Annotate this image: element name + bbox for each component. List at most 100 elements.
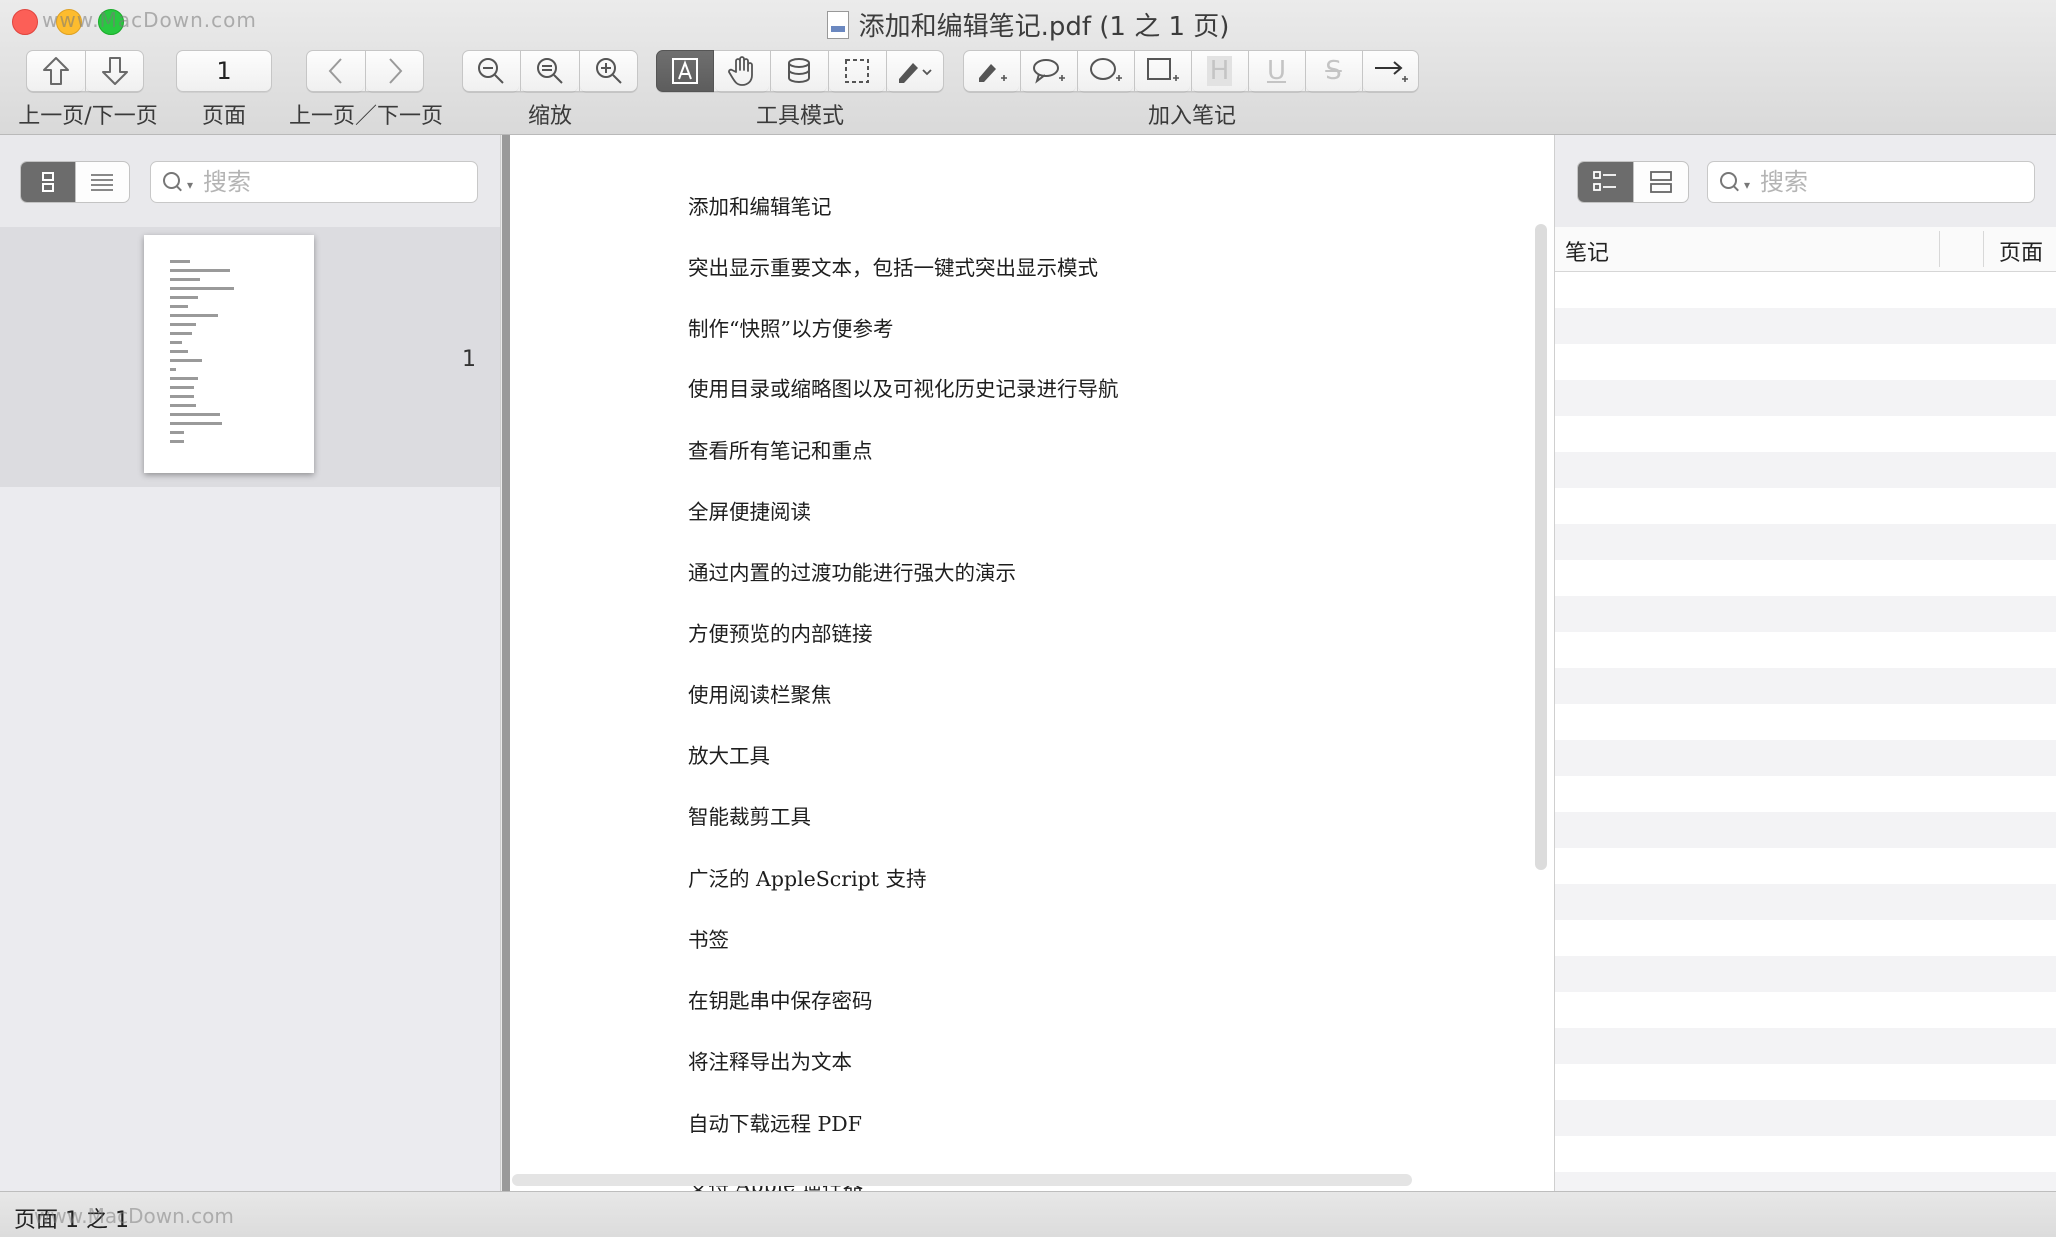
notes-search-input[interactable] (1758, 167, 1983, 197)
tool-mode-label: 工具模式 (755, 104, 844, 129)
add-oval-button[interactable] (1078, 50, 1133, 92)
pdf-page[interactable] (510, 135, 1554, 1191)
back-button[interactable] (307, 50, 364, 92)
add-notes-label: 加入笔记 (1147, 104, 1236, 129)
add-rectangle-button[interactable] (1135, 50, 1190, 92)
text-tool-button[interactable] (656, 50, 714, 92)
document-line: 突出显示重要文本，包括一键式突出显示模式 (688, 256, 1098, 280)
notes-list[interactable] (1555, 272, 2056, 1191)
outline-view-button[interactable] (74, 162, 130, 202)
thumbnail-text-line (170, 440, 184, 443)
hand-icon (728, 56, 753, 86)
chevron-down-icon: ▾ (1744, 178, 1751, 192)
add-underline-button[interactable]: U (1249, 50, 1304, 92)
search-icon (163, 172, 183, 192)
thumbnail-text-line (170, 368, 176, 371)
document-line: 使用目录或缩略图以及可视化历史记录进行导航 (688, 377, 1119, 401)
add-highlight-button[interactable]: H (1192, 50, 1247, 92)
document-line: 方便预览的内部链接 (688, 622, 873, 646)
arrow-line-icon (1374, 61, 1408, 82)
magnify-tool-button[interactable] (771, 50, 827, 92)
hand-tool-button[interactable] (715, 50, 769, 92)
select-tool-button[interactable] (829, 50, 885, 92)
annotate-tool-button[interactable] (887, 50, 943, 92)
document-line: 制作“快照”以方便参考 (688, 317, 894, 341)
add-arrow-button[interactable] (1363, 50, 1418, 92)
add-comment-button[interactable] (1021, 50, 1076, 92)
thumbnail-text-line (170, 269, 230, 272)
document-line: 查看所有笔记和重点 (688, 439, 873, 463)
horizontal-scrollbar[interactable] (512, 1174, 1412, 1186)
zoom-out-button[interactable] (463, 50, 519, 92)
thumbnail-text-line (170, 395, 194, 398)
zoom-in-button[interactable] (580, 50, 637, 92)
status-bar: 页面 1 之 1 www.MacDown.com (0, 1191, 2056, 1237)
chevron-left-icon (328, 58, 342, 84)
pen-icon (899, 63, 932, 83)
vertical-scrollbar[interactable] (1535, 224, 1547, 870)
thumbnail-search-box[interactable]: ▾ (150, 161, 478, 203)
arrow-down-icon (101, 57, 128, 85)
back-forward-label: 上一页／下一页 (288, 104, 443, 129)
column-divider[interactable] (1983, 231, 1984, 267)
zoom-out-icon (478, 58, 504, 84)
document-line: 通过内置的过渡功能进行强大的演示 (688, 561, 1016, 585)
document-line: 自动下载远程 PDF (688, 1112, 862, 1136)
next-page-button[interactable] (86, 50, 143, 92)
page-thumbnail[interactable] (144, 235, 314, 473)
thumbnail-text-line (170, 386, 194, 389)
rectangle-plus-icon (1146, 58, 1179, 81)
previous-page-button[interactable] (27, 50, 84, 92)
loupe-icon (788, 58, 810, 83)
thumbnail-text-line (170, 296, 198, 299)
thumbnail-text-line (170, 314, 218, 317)
document-line: 书签 (688, 928, 729, 952)
add-highlight-note-button[interactable] (964, 50, 1019, 92)
notes-list-icon (1593, 171, 1617, 191)
forward-button[interactable] (366, 50, 423, 92)
thumbnail-text-line (170, 431, 184, 434)
thumbnail-text-line (170, 404, 196, 407)
thumbnail-text-line (170, 278, 200, 281)
highlighter-plus-icon (978, 64, 1007, 82)
document-line: 将注释导出为文本 (688, 1050, 852, 1074)
thumbnail-item[interactable]: 1 (0, 227, 500, 487)
document-line: 在钥匙串中保存密码 (688, 989, 873, 1013)
zoom-actual-size-button[interactable] (521, 50, 578, 92)
notes-sidebar: ▾ 笔记 页面 (1554, 135, 2056, 1191)
pdf-view[interactable] (502, 135, 1554, 1191)
search-icon (1720, 172, 1740, 192)
document-line: 全屏便捷阅读 (688, 500, 811, 524)
title-toolbar: www.MacDown.com 添加和编辑笔记.pdf (1 之 1 页) 上一… (0, 0, 2056, 135)
page-label: 页面 (201, 104, 246, 129)
notes-list-view-button[interactable] (1578, 162, 1633, 202)
chevron-right-icon (388, 58, 402, 84)
thumbnail-search-input[interactable] (201, 167, 426, 197)
arrow-up-icon (42, 57, 69, 85)
prev-next-page-label: 上一页/下一页 (18, 104, 158, 129)
notes-search-box[interactable]: ▾ (1707, 161, 2035, 203)
chevron-down-icon: ▾ (187, 178, 194, 192)
column-divider[interactable] (1939, 231, 1940, 267)
sidebar-header: ▾ (0, 135, 500, 228)
page-column-header[interactable]: 页面 (1999, 235, 2043, 267)
thumbnail-text-line (170, 350, 188, 353)
thumbnail-text-line (170, 323, 196, 326)
notes-table-header: 笔记 页面 (1555, 227, 2056, 272)
oval-plus-icon (1089, 58, 1122, 81)
page-number-field[interactable]: 1 (176, 50, 272, 92)
thumbnail-page-number: 1 (462, 347, 476, 372)
notes-column-header[interactable]: 笔记 (1565, 235, 1609, 267)
thumbnail-view-button[interactable] (21, 162, 75, 202)
notes-header: ▾ (1555, 135, 2056, 228)
document-line: 广泛的 AppleScript 支持 (688, 867, 927, 891)
zoom-in-icon (595, 58, 622, 84)
zoom-label: 缩放 (527, 104, 572, 129)
speech-bubble-plus-icon (1032, 59, 1065, 84)
thumbnail-text-line (170, 377, 198, 380)
document-line: 添加和编辑笔记 (688, 195, 832, 219)
thumbnails-icon (41, 172, 54, 192)
snapshot-view-button[interactable] (1632, 162, 1689, 202)
add-strikethrough-button[interactable]: S (1306, 50, 1361, 92)
thumbnail-text-line (170, 260, 190, 263)
